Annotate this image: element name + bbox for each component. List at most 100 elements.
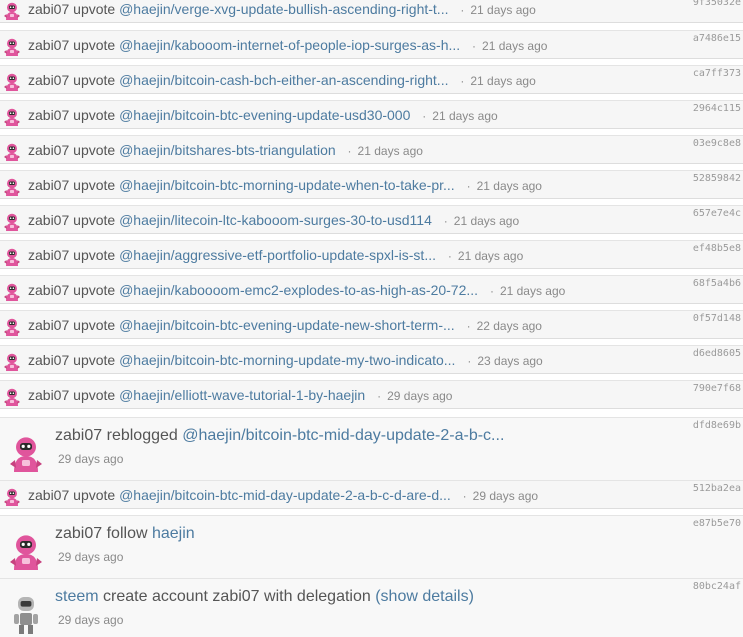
feed-entry: zabi07 upvote @haejin/aggressive-etf-por… xyxy=(28,246,523,265)
timestamp-separator: · xyxy=(460,74,465,88)
feed-link[interactable]: @haejin/kaboooom-emc2-explodes-to-as-hig… xyxy=(119,282,478,298)
feed-user[interactable]: zabi07 xyxy=(55,525,102,542)
pink-robot-avatar-icon[interactable] xyxy=(2,142,22,162)
feed-entry: zabi07 upvote @haejin/bitshares-bts-tria… xyxy=(28,141,423,160)
feed-timestamp: · 23 days ago xyxy=(467,354,542,368)
transaction-hash[interactable]: dfd8e69b xyxy=(693,420,741,431)
feed-link[interactable]: @haejin/bitcoin-btc-mid-day-update-2-a-b… xyxy=(182,427,504,444)
feed-action: upvote xyxy=(73,487,116,503)
feed-link[interactable]: @haejin/bitcoin-btc-evening-update-new-s… xyxy=(119,317,455,333)
feed-user[interactable]: zabi07 xyxy=(28,72,69,88)
pink-robot-avatar-icon[interactable] xyxy=(2,177,22,197)
feed-user[interactable]: zabi07 xyxy=(55,427,102,444)
pink-robot-avatar-icon[interactable] xyxy=(2,1,22,21)
feed-link[interactable]: @haejin/bitcoin-btc-mid-day-update-2-a-b… xyxy=(119,487,451,503)
transaction-hash[interactable]: 03e9c8e8 xyxy=(693,138,741,149)
feed-timestamp-text: 21 days ago xyxy=(470,74,536,88)
transaction-hash[interactable]: 52859842 xyxy=(693,173,741,184)
feed-timestamp-text: 29 days ago xyxy=(472,489,539,503)
transaction-hash[interactable]: 2964c115 xyxy=(693,103,741,114)
feed-link[interactable]: @haejin/aggressive-etf-portfolio-update-… xyxy=(119,247,436,263)
feed-user[interactable]: zabi07 xyxy=(28,387,69,403)
pink-robot-avatar-icon[interactable] xyxy=(2,72,22,92)
feed-timestamp: 29 days ago xyxy=(58,452,124,466)
feed-link[interactable]: @haejin/bitcoin-cash-bch-either-an-ascen… xyxy=(119,72,448,88)
pink-robot-avatar-icon[interactable] xyxy=(6,532,46,572)
pink-robot-avatar-icon[interactable] xyxy=(2,212,22,232)
transaction-hash[interactable]: 68f5a4b6 xyxy=(693,278,741,289)
feed-timestamp: · 21 days ago xyxy=(448,249,523,263)
transaction-hash[interactable]: 80bc24af xyxy=(693,581,741,592)
timestamp-separator: · xyxy=(443,214,448,228)
feed-user[interactable]: zabi07 xyxy=(28,487,69,503)
feed-timestamp: · 21 days ago xyxy=(348,144,423,158)
feed-user[interactable]: zabi07 xyxy=(28,282,69,298)
transaction-hash[interactable]: ca7ff373 xyxy=(693,68,741,79)
feed-timestamp-text: 21 days ago xyxy=(499,284,566,298)
transaction-hash[interactable]: ef48b5e8 xyxy=(693,243,741,254)
feed-row-account-create: steem create account zabi07 with delegat… xyxy=(0,578,743,637)
feed-timestamp: · 21 days ago xyxy=(472,39,547,53)
feed-link[interactable]: @haejin/elliott-wave-tutorial-1-by-haeji… xyxy=(119,387,365,403)
feed-user[interactable]: zabi07 xyxy=(28,107,69,123)
feed-user[interactable]: zabi07 xyxy=(28,37,69,53)
timestamp-separator: · xyxy=(467,354,472,368)
transaction-hash[interactable]: d6ed8605 xyxy=(693,348,741,359)
feed-link[interactable]: @haejin/bitcoin-btc-morning-update-when-… xyxy=(119,177,455,193)
feed-timestamp: · 21 days ago xyxy=(460,74,535,88)
feed-link[interactable]: @haejin/bitcoin-btc-morning-update-my-tw… xyxy=(119,352,455,368)
feed-link[interactable]: @haejin/bitshares-bts-triangulation xyxy=(119,142,336,158)
transaction-hash[interactable]: 0f57d148 xyxy=(693,313,741,324)
feed-link[interactable]: @haejin/bitcoin-btc-evening-update-usd30… xyxy=(119,107,410,123)
pink-robot-avatar-icon[interactable] xyxy=(2,282,22,302)
pink-robot-avatar-icon[interactable] xyxy=(2,37,22,57)
feed-link[interactable]: haejin xyxy=(152,525,195,542)
feed-action: upvote xyxy=(73,107,116,123)
feed-link[interactable]: @haejin/verge-xvg-update-bullish-ascendi… xyxy=(119,1,448,17)
transaction-hash[interactable]: 9f35032e xyxy=(693,0,741,8)
feed-entry: zabi07 upvote @haejin/bitcoin-btc-mid-da… xyxy=(28,486,538,505)
timestamp-separator: · xyxy=(422,109,427,123)
feed-user[interactable]: zabi07 xyxy=(28,212,69,228)
feed-link[interactable]: @haejin/litecoin-ltc-kabooom-surges-30-t… xyxy=(119,212,432,228)
feed-row: zabi07 upvote @haejin/bitcoin-btc-mid-da… xyxy=(0,480,743,509)
feed-entry: zabi07 upvote @haejin/verge-xvg-update-b… xyxy=(28,0,536,19)
feed-entry: zabi07 upvote @haejin/kaboooom-emc2-expl… xyxy=(28,281,565,300)
feed-timestamp: · 21 days ago xyxy=(460,3,535,17)
transaction-hash[interactable]: 790e7f68 xyxy=(693,383,741,394)
timestamp-separator: · xyxy=(466,179,471,193)
feed-action: upvote xyxy=(73,142,116,158)
feed-user[interactable]: zabi07 xyxy=(28,142,69,158)
pink-robot-avatar-icon[interactable] xyxy=(2,387,22,407)
pink-robot-avatar-icon[interactable] xyxy=(2,352,22,372)
feed-entry: zabi07 upvote @haejin/kabooom-internet-o… xyxy=(28,36,547,55)
timestamp-separator: · xyxy=(489,284,494,298)
pink-robot-avatar-icon[interactable] xyxy=(2,107,22,127)
feed-action: upvote xyxy=(73,282,116,298)
feed-row: zabi07 upvote @haejin/bitcoin-btc-evenin… xyxy=(0,100,743,129)
pink-robot-avatar-icon[interactable] xyxy=(2,317,22,337)
feed-user[interactable]: zabi07 xyxy=(28,352,69,368)
feed-timestamp-text: 21 days ago xyxy=(457,249,524,263)
show-details-link[interactable]: (show details) xyxy=(375,588,474,605)
feed-row: zabi07 upvote @haejin/elliott-wave-tutor… xyxy=(0,380,743,409)
transaction-hash[interactable]: a7486e15 xyxy=(693,33,741,44)
transaction-hash[interactable]: 657e7e4c xyxy=(693,208,741,219)
feed-timestamp: · 21 days ago xyxy=(490,284,565,298)
activity-feed: zabi07 upvote @haejin/verge-xvg-update-b… xyxy=(0,0,743,637)
transaction-hash[interactable]: 512ba2ea xyxy=(693,483,741,494)
feed-entry: zabi07 upvote @haejin/bitcoin-btc-mornin… xyxy=(28,176,542,195)
feed-user[interactable]: steem xyxy=(55,588,99,605)
pink-robot-avatar-icon[interactable] xyxy=(6,434,46,474)
feed-user[interactable]: zabi07 xyxy=(28,177,69,193)
feed-action: upvote xyxy=(73,72,116,88)
feed-link[interactable]: @haejin/kabooom-internet-of-people-iop-s… xyxy=(119,37,460,53)
timestamp-separator: · xyxy=(347,144,352,158)
grey-robot-avatar-icon[interactable] xyxy=(6,595,46,635)
pink-robot-avatar-icon[interactable] xyxy=(2,247,22,267)
transaction-hash[interactable]: e87b5e70 xyxy=(693,518,741,529)
pink-robot-avatar-icon[interactable] xyxy=(2,487,22,507)
feed-user[interactable]: zabi07 xyxy=(28,1,69,17)
feed-user[interactable]: zabi07 xyxy=(28,247,69,263)
feed-user[interactable]: zabi07 xyxy=(28,317,69,333)
